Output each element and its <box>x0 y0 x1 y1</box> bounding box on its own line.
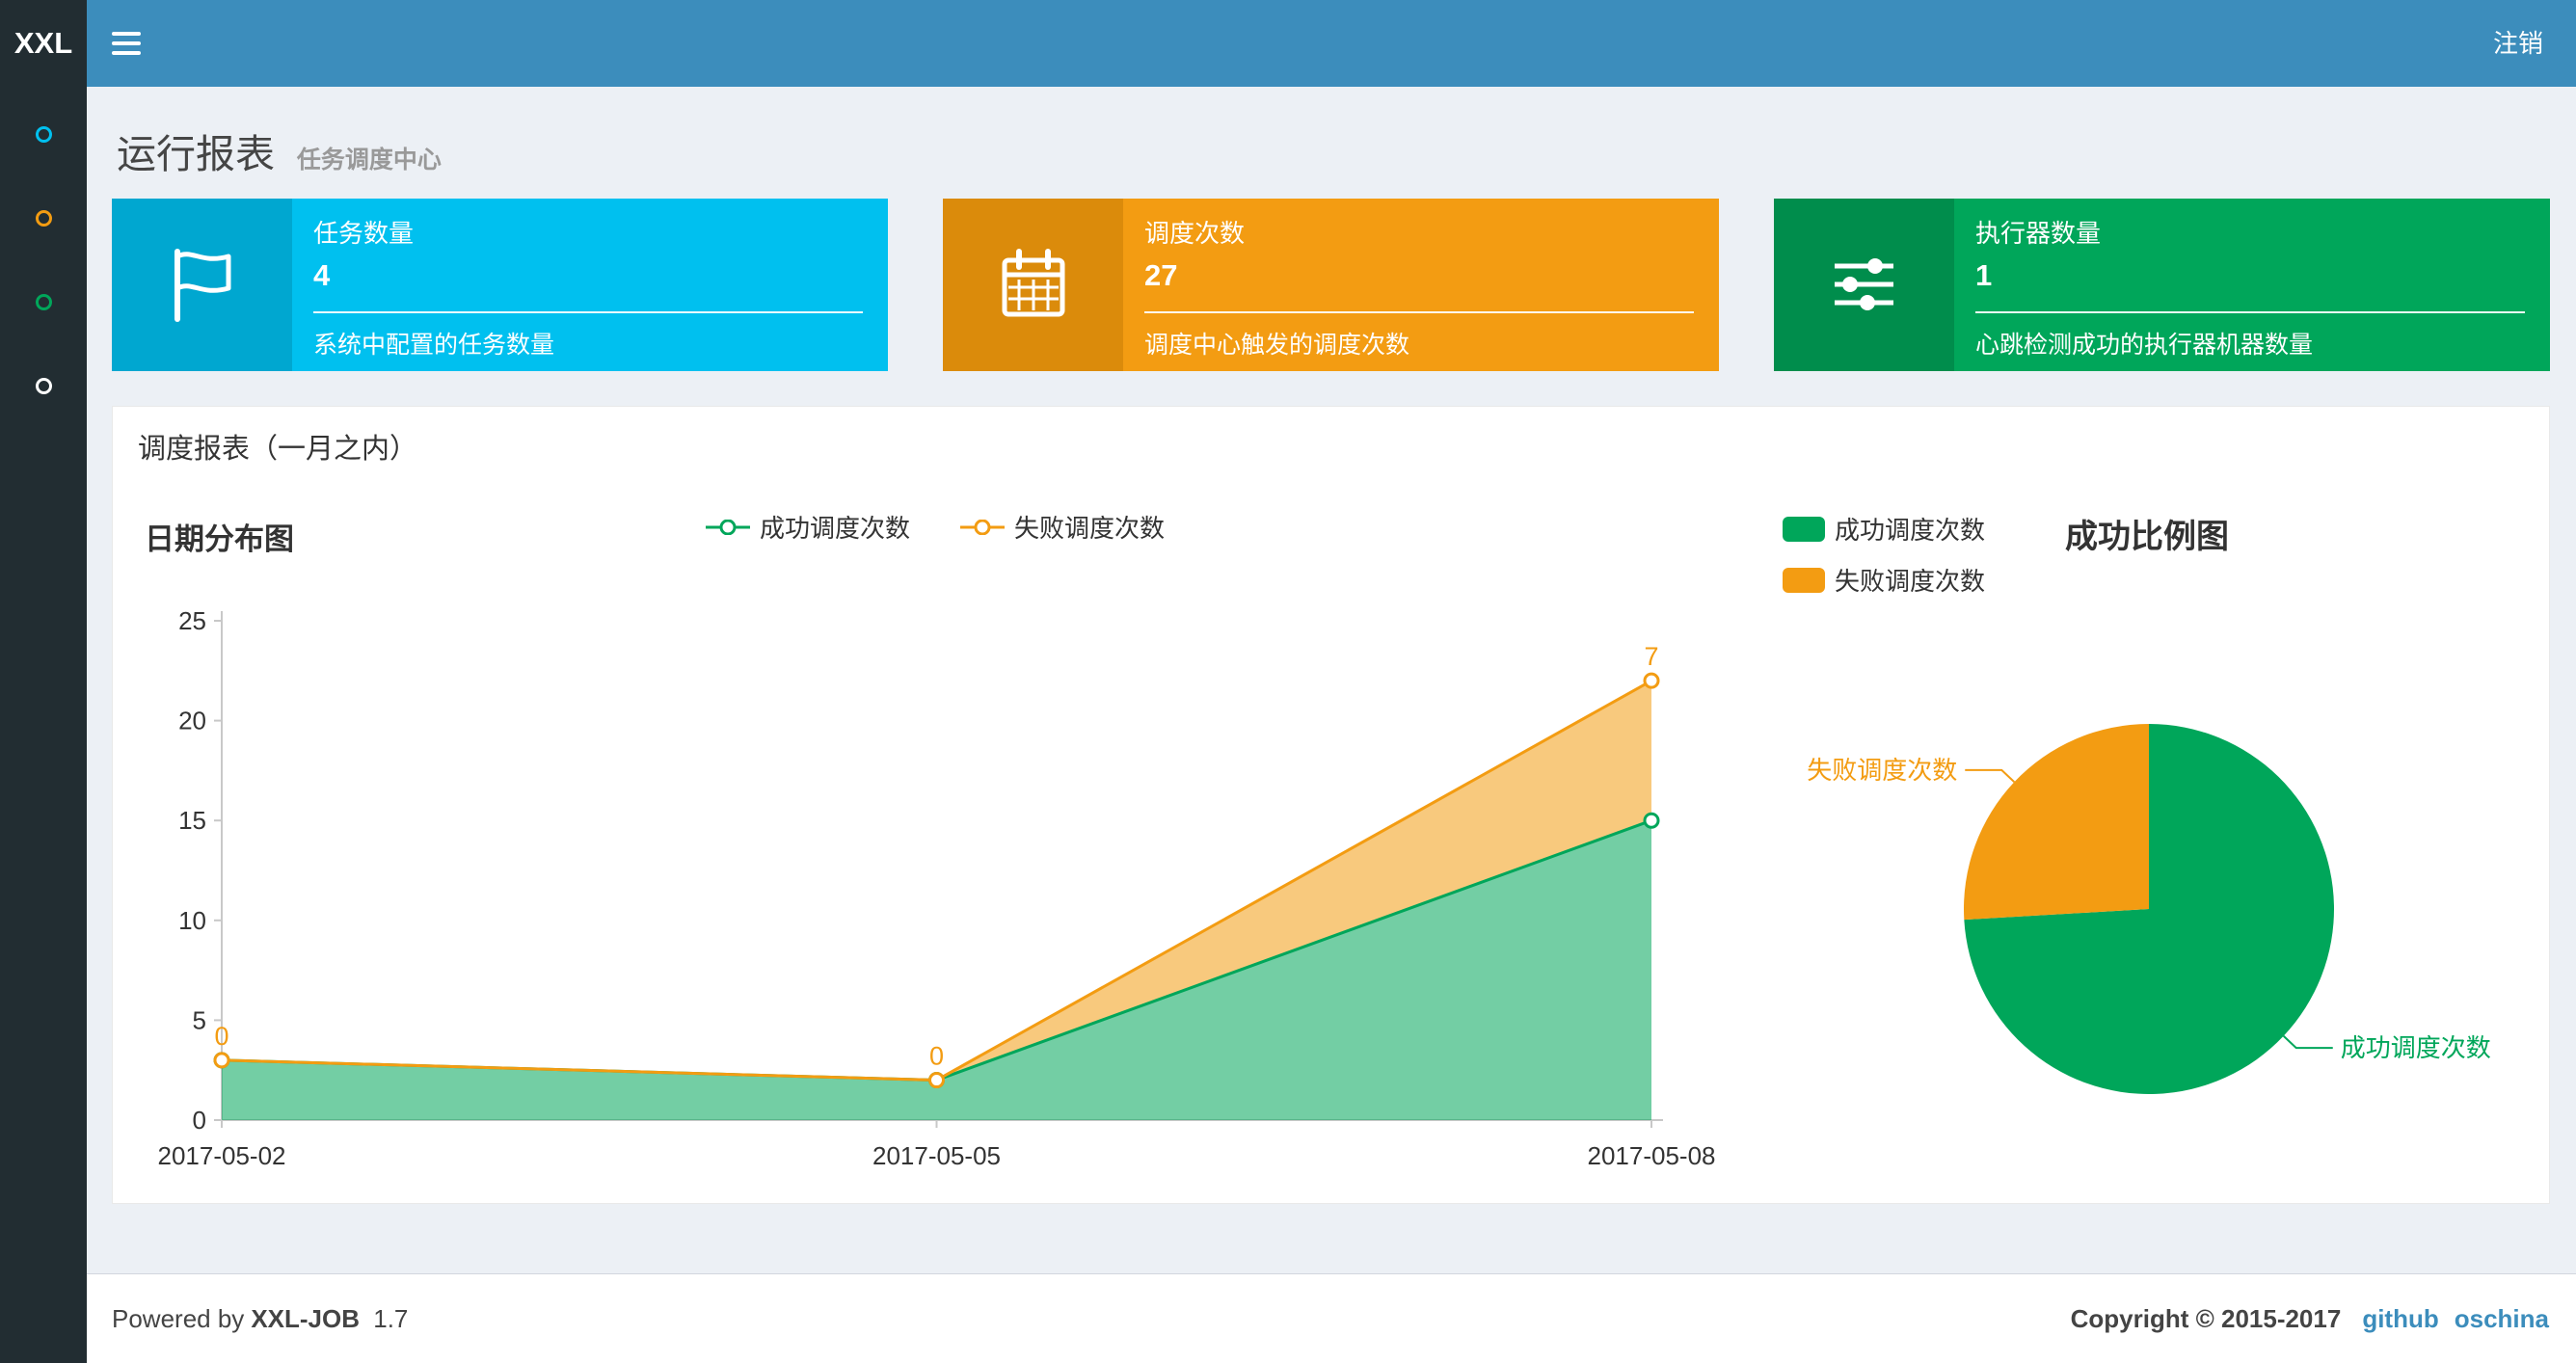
legend-swatch-icon <box>1783 516 1825 542</box>
info-box-triggers: 调度次数 27 调度中心触发的调度次数 <box>943 199 1719 371</box>
circle-outline-icon <box>35 126 52 143</box>
info-box-tasks: 任务数量 4 系统中配置的任务数量 <box>112 199 888 371</box>
svg-text:15: 15 <box>178 806 206 835</box>
logout-link[interactable]: 注销 <box>2460 0 2576 87</box>
pie-legend-item-2[interactable]: 失败调度次数 <box>1783 562 1985 598</box>
legend-swatch-icon <box>1783 567 1825 593</box>
svg-text:0: 0 <box>193 1106 206 1135</box>
date-distribution-chart[interactable]: 05101520252017-05-02 2017-05-05 2017-05-08… <box>125 598 1726 1176</box>
circle-outline-icon <box>35 210 52 227</box>
top-navbar: XXL 注销 <box>0 0 2576 87</box>
info-box-description: 系统中配置的任务数量 <box>313 332 555 359</box>
info-box-icon-area <box>943 199 1123 371</box>
page-title-text: 运行报表 <box>117 132 275 176</box>
info-box-value: 27 <box>1144 258 1178 292</box>
github-link[interactable]: github <box>2362 1304 2438 1334</box>
copyright-area: Copyright © 2015-2017 github oschina <box>2071 1304 2549 1334</box>
sliders-icon <box>1835 258 1893 310</box>
copyright-text: Copyright © 2015-2017 <box>2070 1303 2342 1333</box>
info-box-body: 调度次数 27 调度中心触发的调度次数 <box>1123 199 1719 371</box>
svg-text:5: 5 <box>193 1005 206 1034</box>
sidebar <box>0 87 87 1363</box>
page-title: 运行报表 任务调度中心 <box>117 121 442 179</box>
info-box-title: 调度次数 <box>1144 219 1246 248</box>
flag-icon <box>174 249 231 322</box>
svg-text:成功调度次数: 成功调度次数 <box>2341 1033 2491 1062</box>
legend-label: 失败调度次数 <box>1014 514 1166 543</box>
hamburger-icon <box>112 41 141 45</box>
line-series-marker-icon <box>960 519 1005 535</box>
success-ratio-pie-chart[interactable]: 成功调度次数 失败调度次数 <box>1755 675 2564 1157</box>
svg-text:2017-05-02: 2017-05-02 <box>158 1141 286 1170</box>
info-box-value: 1 <box>1975 258 1993 292</box>
info-box-divider <box>1975 311 2525 313</box>
circle-outline-icon <box>35 294 52 310</box>
main-footer: Powered by XXL-JOB 1.7 Copyright © 2015-2… <box>87 1273 2576 1363</box>
line-chart-title: 日期分布图 <box>145 522 294 556</box>
svg-text:0: 0 <box>929 1042 944 1071</box>
info-box-description: 心跳检测成功的执行器机器数量 <box>1975 332 2314 359</box>
svg-text:7: 7 <box>1644 642 1658 671</box>
svg-text:0: 0 <box>214 1022 228 1051</box>
hamburger-icon <box>112 32 141 36</box>
svg-text:20: 20 <box>178 707 206 735</box>
brand-name: XXL-JOB <box>251 1303 360 1333</box>
oschina-link[interactable]: oschina <box>2455 1304 2549 1334</box>
powered-by-prefix: Powered by <box>112 1303 245 1333</box>
pie-chart-title: 成功比例图 <box>2065 519 2229 555</box>
info-box-title: 任务数量 <box>313 219 415 248</box>
line-series-marker-icon <box>705 519 750 535</box>
info-box-body: 执行器数量 1 心跳检测成功的执行器机器数量 <box>1954 199 2550 371</box>
info-box-icon-area <box>112 199 292 371</box>
page-subtitle: 任务调度中心 <box>296 147 442 174</box>
line-legend-item-1[interactable]: 成功调度次数 <box>705 509 910 545</box>
circle-outline-icon <box>35 378 52 394</box>
app-logo[interactable]: XXL <box>0 0 87 87</box>
svg-text:失败调度次数: 失败调度次数 <box>1807 756 1957 785</box>
line-chart-legend: 成功调度次数 失败调度次数 <box>540 509 1330 545</box>
sidebar-toggle-button[interactable] <box>87 0 166 87</box>
calendar-icon <box>1002 249 1065 317</box>
legend-label: 成功调度次数 <box>1835 516 1986 545</box>
pie-chart-legend: 成功调度次数 失败调度次数 <box>1783 511 1985 598</box>
svg-text:2017-05-08: 2017-05-08 <box>1588 1141 1716 1170</box>
sidebar-item-1[interactable] <box>0 93 87 176</box>
pie-legend-item-1[interactable]: 成功调度次数 <box>1783 511 1985 547</box>
hamburger-icon <box>112 51 141 55</box>
version-number: 1.7 <box>373 1303 409 1333</box>
line-legend-item-2[interactable]: 失败调度次数 <box>960 509 1165 545</box>
report-panel-title: 调度报表（一月之内） <box>138 434 418 465</box>
svg-text:2017-05-05: 2017-05-05 <box>872 1141 1001 1170</box>
sidebar-item-2[interactable] <box>0 176 87 260</box>
info-box-value: 4 <box>313 258 331 292</box>
info-box-title: 执行器数量 <box>1975 219 2102 248</box>
info-box-body: 任务数量 4 系统中配置的任务数量 <box>292 199 888 371</box>
legend-label: 失败调度次数 <box>1835 567 1986 596</box>
info-box-row: 任务数量 4 系统中配置的任务数量 调度次数 27 调度中心触发的调度次数 执行… <box>112 199 2550 371</box>
sidebar-item-3[interactable] <box>0 260 87 344</box>
info-box-description: 调度中心触发的调度次数 <box>1144 332 1410 359</box>
dashboard-page: XXL 注销 运行报表 任务调度中心 任务数量 4 系统中配置的任务数量 调度次… <box>0 0 2576 1363</box>
info-box-executors: 执行器数量 1 心跳检测成功的执行器机器数量 <box>1774 199 2550 371</box>
powered-by: Powered by XXL-JOB 1.7 <box>112 1304 415 1334</box>
svg-text:25: 25 <box>178 606 206 635</box>
legend-label: 成功调度次数 <box>759 514 910 543</box>
info-box-divider <box>313 311 863 313</box>
svg-text:10: 10 <box>178 906 206 935</box>
info-box-icon-area <box>1774 199 1954 371</box>
info-box-divider <box>1144 311 1694 313</box>
sidebar-item-4[interactable] <box>0 344 87 428</box>
